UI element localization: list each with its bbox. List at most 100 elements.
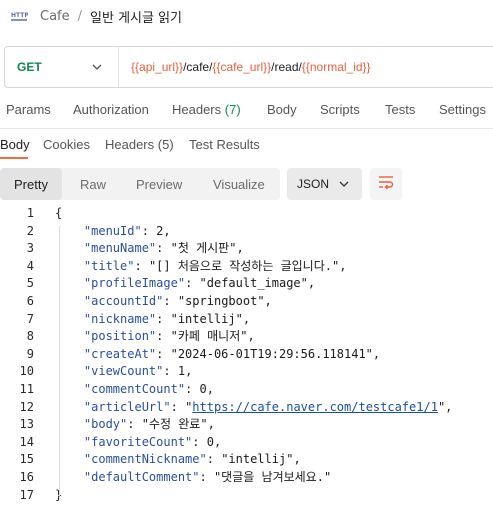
line-number: 6 (26, 294, 34, 308)
code-line: 1{ (0, 204, 493, 222)
response-tabs: Body Cookies Headers (5) Test Results (0, 128, 493, 159)
code-text: "viewCount": 1, (83, 364, 193, 379)
format-select-label: JSON (297, 177, 330, 191)
code-text: "profileImage": "default_image", (83, 276, 316, 291)
url-input[interactable]: {{api_url}}/cafe/{{cafe_url}}/read/{{nor… (131, 47, 371, 87)
json-value: "springboot" (177, 294, 265, 308)
active-tab-indicator (0, 157, 28, 159)
view-preview-button[interactable]: Preview (136, 168, 182, 200)
code-text: "favoriteCount": 0, (83, 434, 222, 449)
json-key: "accountId" (83, 294, 164, 308)
json-value: "2024-06-01T19:29:56.118141" (170, 346, 373, 361)
response-tab-cookies[interactable]: Cookies (43, 137, 90, 152)
breadcrumb-separator: / (77, 8, 83, 24)
line-number: 12 (19, 399, 34, 414)
line-number: 1 (26, 206, 34, 220)
code-text: "nickname": "intellij", (83, 311, 251, 326)
response-toolbar: Pretty Raw Preview Visualize JSON (0, 168, 493, 200)
code-line: 13 "body": "수정 완료", (0, 415, 493, 433)
tab-params[interactable]: Params (6, 102, 51, 117)
json-value: "default_image" (199, 276, 308, 291)
json-value: "intellij" (170, 311, 243, 326)
code-line: 5 "profileImage": "default_image", (0, 274, 493, 292)
json-value: "카페 매니저" (170, 329, 248, 344)
url-segment: /read/ (271, 60, 302, 74)
request-url-bar: GET {{api_url}}/cafe/{{cafe_url}}/read/{… (4, 46, 493, 88)
line-number: 5 (26, 276, 34, 291)
line-number: 9 (26, 346, 34, 361)
code-text: "accountId": "springboot", (83, 294, 272, 308)
code-line: 16 "defaultComment": "댓글을 남겨보세요." (0, 468, 493, 486)
code-line: 15 "commentNickname": "intellij", (0, 450, 493, 468)
json-key: "viewCount" (83, 364, 164, 379)
line-number: 15 (19, 452, 34, 467)
code-text: "createAt": "2024-06-01T19:29:56.118141"… (83, 346, 381, 361)
code-line: 14 "favoriteCount": 0, (0, 433, 493, 451)
code-text: "commentNickname": "intellij", (83, 452, 301, 467)
code-line: 12 "articleUrl": "https://cafe.naver.com… (0, 398, 493, 416)
json-value: 1 (177, 364, 186, 379)
code-text: { (55, 204, 62, 222)
json-key: "commentCount" (83, 382, 186, 396)
code-text: "title": "[] 처음으로 작성하는 글입니다.", (83, 258, 347, 273)
response-tab-test-results[interactable]: Test Results (189, 137, 260, 152)
format-select[interactable]: JSON (287, 168, 362, 200)
json-key: "favoriteCount" (83, 434, 193, 449)
tab-headers-count: (7) (224, 102, 241, 117)
url-segment: /cafe/ (183, 60, 213, 74)
url-variable: {{cafe_url}} (212, 60, 272, 74)
json-link[interactable]: https://cafe.naver.com/testcafe1/1 (192, 400, 438, 414)
code-text: "commentCount": 0, (83, 382, 214, 396)
json-key: "position" (83, 329, 157, 344)
response-tab-headers[interactable]: Headers (5) (105, 137, 174, 152)
json-value: "첫 게시판" (170, 241, 237, 256)
breadcrumb-parent-collection[interactable]: Cafe (40, 9, 70, 24)
json-key: "body" (83, 417, 128, 432)
http-request-icon: HTTP (10, 8, 28, 24)
line-number: 16 (19, 470, 34, 484)
code-line: 10 "viewCount": 1, (0, 362, 493, 380)
view-pretty-button[interactable]: Pretty (0, 168, 62, 200)
code-line: 17} (0, 486, 493, 504)
wrap-lines-button[interactable] (370, 168, 402, 200)
url-variable: {{api_url}} (131, 60, 184, 74)
tab-headers[interactable]: Headers (7) (172, 102, 241, 117)
code-line: 7 "nickname": "intellij", (0, 310, 493, 328)
code-line: 3 "menuName": "첫 게시판", (0, 239, 493, 257)
line-number: 3 (26, 241, 34, 256)
tab-settings[interactable]: Settings (439, 102, 486, 117)
line-number: 8 (26, 329, 34, 344)
json-key: "defaultComment" (83, 470, 200, 484)
request-title[interactable]: 일반 게시글 읽기 (90, 7, 182, 26)
line-number: 2 (26, 223, 34, 238)
json-value: "수정 완료" (141, 417, 208, 432)
http-method-selector[interactable]: GET (17, 47, 42, 87)
line-number: 14 (19, 434, 34, 449)
line-number: 17 (19, 487, 34, 502)
json-key: "articleUrl" (83, 399, 171, 414)
tab-scripts[interactable]: Scripts (320, 102, 360, 117)
tab-tests[interactable]: Tests (385, 102, 415, 117)
view-mode-group: Pretty Raw Preview Visualize (0, 168, 280, 200)
code-text: "menuId": 2, (83, 223, 171, 238)
response-body-editor[interactable]: 1{2 "menuId": 2, 3 "menuName": "첫 게시판", 4 … (0, 204, 493, 528)
view-visualize-button[interactable]: Visualize (213, 168, 265, 200)
tab-body[interactable]: Body (267, 102, 297, 117)
indent-guide (59, 226, 60, 496)
chevron-down-icon[interactable] (90, 59, 104, 73)
json-value: 2 (156, 223, 164, 238)
request-tabs: Params Authorization Headers (7) Body Sc… (0, 100, 493, 122)
line-number: 11 (19, 382, 34, 396)
line-number: 7 (26, 311, 34, 326)
tab-authorization[interactable]: Authorization (73, 102, 149, 117)
code-line: 11 "commentCount": 0, (0, 380, 493, 398)
json-value: 0 (199, 382, 207, 396)
line-number: 4 (26, 258, 34, 273)
response-tab-body[interactable]: Body (0, 137, 30, 152)
view-raw-button[interactable]: Raw (80, 168, 106, 200)
tab-headers-label: Headers (172, 102, 222, 117)
response-tab-headers-label: Headers (105, 137, 155, 152)
line-number: 13 (19, 417, 34, 432)
line-number: 10 (19, 364, 34, 379)
code-text: "body": "수정 완료", (83, 417, 215, 432)
